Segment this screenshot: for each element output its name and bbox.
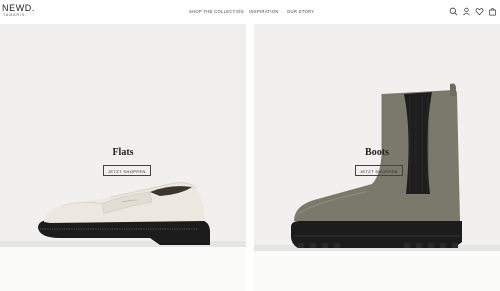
category-panel-boots[interactable]: Boots JETZT SHOPPEN — [254, 24, 500, 291]
nav-inspiration[interactable]: INSPIRATION — [249, 9, 279, 14]
category-title-boots: Boots — [365, 147, 389, 158]
search-icon[interactable] — [449, 7, 458, 16]
cart-bag-icon[interactable] — [488, 7, 497, 16]
logo-sub: TAMARIS — [3, 13, 26, 17]
account-icon[interactable] — [462, 7, 471, 16]
shop-now-button-boots[interactable]: JETZT SHOPPEN — [355, 165, 403, 176]
category-panel-flats[interactable]: Flats JETZT SHOPPEN — [0, 24, 246, 291]
wishlist-heart-icon[interactable] — [475, 7, 484, 16]
shop-now-button-flats[interactable]: JETZT SHOPPEN — [103, 165, 151, 176]
site-header: NEWD. TAMARIS SHOP THE COLLECTION INSPIR… — [0, 0, 500, 24]
nav-shop-the-collection[interactable]: SHOP THE COLLECTION — [189, 9, 244, 14]
brand-logo[interactable]: NEWD. TAMARIS — [2, 4, 35, 18]
nav-our-story[interactable]: OUR STORY — [287, 9, 314, 14]
header-icons — [449, 7, 497, 16]
category-title-flats: Flats — [112, 147, 134, 158]
logo-main: NEWD. — [2, 3, 35, 13]
